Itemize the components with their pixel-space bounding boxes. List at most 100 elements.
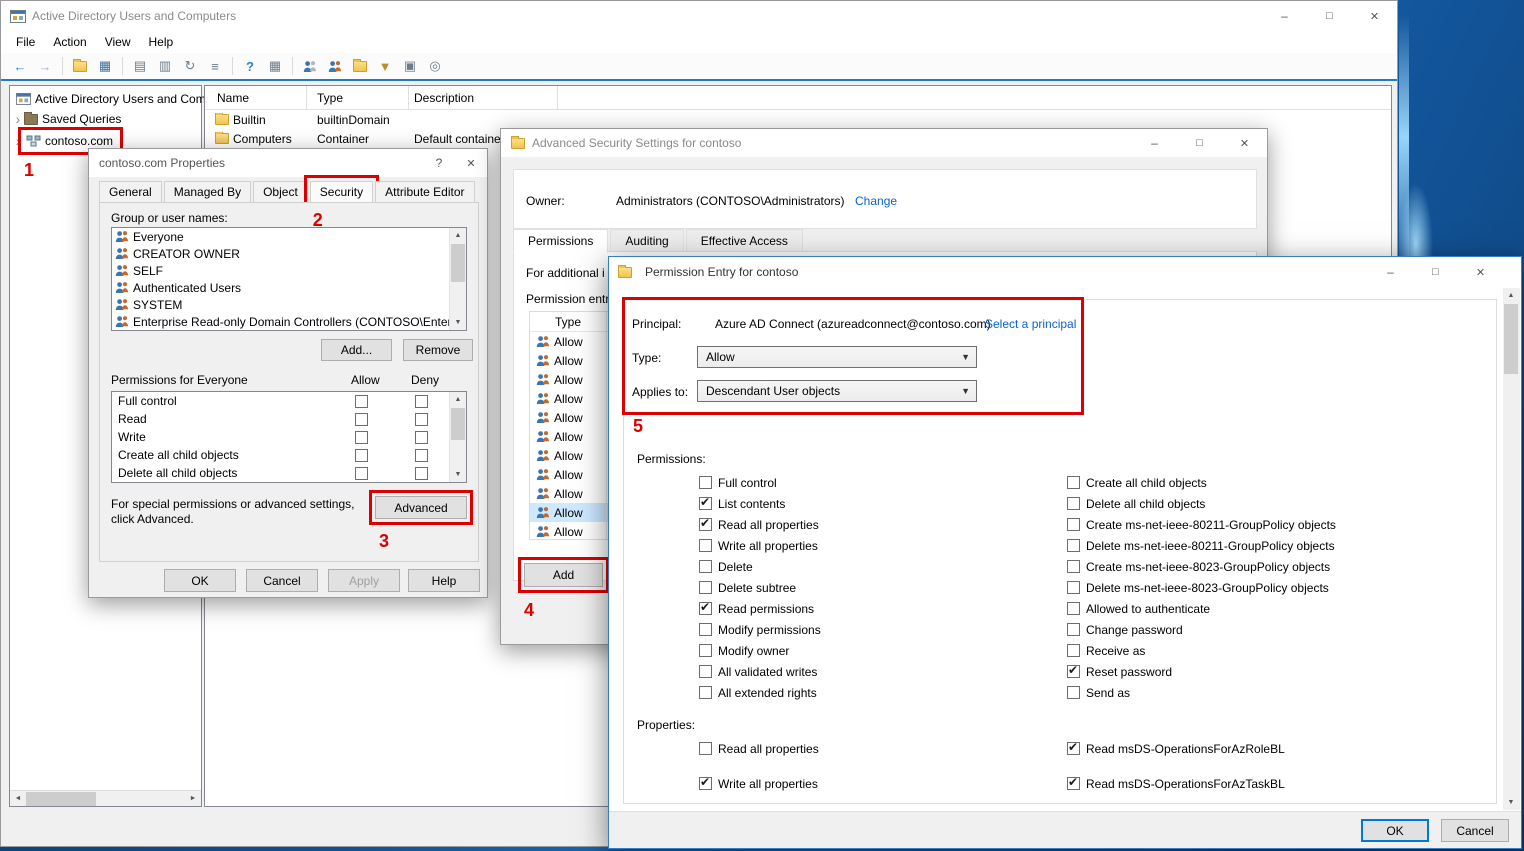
export-list-icon[interactable] xyxy=(204,55,226,77)
tree-item-root[interactable]: Active Directory Users and Com xyxy=(10,89,201,109)
permission-checkbox[interactable] xyxy=(699,497,712,510)
add-user-icon[interactable] xyxy=(299,55,321,77)
advanced-button[interactable]: Advanced xyxy=(375,496,467,519)
scroll-down-icon[interactable] xyxy=(450,467,466,482)
show-console-tree-icon[interactable] xyxy=(94,55,116,77)
permission-checkbox[interactable] xyxy=(699,644,712,657)
permission-checkbox[interactable] xyxy=(699,686,712,699)
group-list-item[interactable]: Enterprise Read-only Domain Controllers … xyxy=(112,313,466,330)
allow-checkbox[interactable] xyxy=(355,413,368,426)
maximize-icon[interactable] xyxy=(1307,1,1352,31)
chevron-right-icon[interactable] xyxy=(12,133,24,149)
minimize-icon[interactable] xyxy=(1368,257,1413,287)
property-checkbox[interactable] xyxy=(1067,777,1080,790)
menu-item[interactable]: Action xyxy=(44,32,95,52)
vertical-scrollbar[interactable] xyxy=(449,392,466,482)
tab[interactable]: Security 2 xyxy=(310,181,373,203)
cancel-button[interactable]: Cancel xyxy=(1441,819,1509,842)
menu-item[interactable]: File xyxy=(7,32,44,52)
back-icon[interactable] xyxy=(9,55,31,77)
tab[interactable]: General xyxy=(99,181,162,203)
advanced-features-icon[interactable] xyxy=(399,55,421,77)
help-icon[interactable] xyxy=(423,149,455,177)
help-button[interactable]: Help xyxy=(408,569,480,592)
view-icon[interactable] xyxy=(264,55,286,77)
group-list-item[interactable]: Everyone xyxy=(112,228,466,245)
allow-checkbox[interactable] xyxy=(355,431,368,444)
vertical-scrollbar[interactable] xyxy=(449,228,466,330)
permission-checkbox[interactable] xyxy=(699,518,712,531)
column-header[interactable]: Type xyxy=(307,86,409,109)
forward-icon[interactable] xyxy=(34,55,56,77)
permission-checkbox[interactable] xyxy=(699,539,712,552)
deny-checkbox[interactable] xyxy=(415,449,428,462)
scroll-down-icon[interactable] xyxy=(1503,795,1519,810)
ok-button[interactable]: OK xyxy=(164,569,236,592)
permission-checkbox[interactable] xyxy=(1067,581,1080,594)
aduc-titlebar[interactable]: Active Directory Users and Computers xyxy=(1,1,1397,31)
remove-principal-button[interactable]: Remove xyxy=(403,339,473,361)
maximize-icon[interactable] xyxy=(1177,129,1222,157)
permission-checkbox[interactable] xyxy=(1067,665,1080,678)
group-list-item[interactable]: CREATOR OWNER xyxy=(112,245,466,262)
permission-checkbox[interactable] xyxy=(1067,560,1080,573)
ok-button[interactable]: OK xyxy=(1361,819,1429,842)
scroll-thumb[interactable] xyxy=(451,244,465,282)
copy-icon[interactable] xyxy=(129,55,151,77)
permission-checkbox[interactable] xyxy=(1067,476,1080,489)
paste-icon[interactable] xyxy=(154,55,176,77)
table-row[interactable]: Builtin builtinDomain xyxy=(205,110,1391,129)
allow-checkbox[interactable] xyxy=(355,467,368,480)
permission-checkbox[interactable] xyxy=(1067,518,1080,531)
scroll-thumb[interactable] xyxy=(1504,304,1518,374)
change-owner-link[interactable]: Change xyxy=(855,194,897,208)
minimize-icon[interactable] xyxy=(1132,129,1177,157)
close-icon[interactable] xyxy=(1458,257,1503,287)
permission-checkbox[interactable] xyxy=(699,560,712,573)
deny-checkbox[interactable] xyxy=(415,431,428,444)
group-list-item[interactable]: Authenticated Users xyxy=(112,279,466,296)
tree-item-saved-queries[interactable]: Saved Queries xyxy=(10,109,201,129)
allow-checkbox[interactable] xyxy=(355,395,368,408)
add-entry-button[interactable]: Add xyxy=(524,563,603,587)
applies-to-dropdown[interactable]: Descendant User objects xyxy=(697,380,977,402)
refresh-icon[interactable] xyxy=(179,55,201,77)
permission-checkbox[interactable] xyxy=(699,623,712,636)
advanced-titlebar[interactable]: Advanced Security Settings for contoso xyxy=(501,129,1267,157)
close-icon[interactable] xyxy=(1222,129,1267,157)
minimize-icon[interactable] xyxy=(1262,1,1307,31)
scroll-up-icon[interactable] xyxy=(1503,288,1519,303)
permission-checkbox[interactable] xyxy=(1067,497,1080,510)
permission-checkbox[interactable] xyxy=(699,665,712,678)
tab[interactable]: Permissions xyxy=(513,229,608,253)
vertical-scrollbar[interactable] xyxy=(1503,288,1520,810)
find-icon[interactable] xyxy=(424,55,446,77)
tab[interactable]: Auditing xyxy=(610,229,683,253)
deny-checkbox[interactable] xyxy=(415,467,428,480)
cancel-button[interactable]: Cancel xyxy=(246,569,318,592)
chevron-right-icon[interactable] xyxy=(12,111,24,127)
permission-checkbox[interactable] xyxy=(1067,644,1080,657)
apply-button[interactable]: Apply xyxy=(328,569,400,592)
deny-checkbox[interactable] xyxy=(415,413,428,426)
scroll-right-icon[interactable] xyxy=(185,791,201,807)
permission-checkbox[interactable] xyxy=(1067,602,1080,615)
scroll-thumb[interactable] xyxy=(26,792,96,806)
close-icon[interactable] xyxy=(455,149,487,177)
properties-titlebar[interactable]: contoso.com Properties xyxy=(89,149,487,177)
select-principal-link[interactable]: Select a principal xyxy=(985,317,1076,331)
column-header[interactable]: Name xyxy=(205,86,307,109)
add-ou-icon[interactable] xyxy=(349,55,371,77)
permission-checkbox[interactable] xyxy=(699,476,712,489)
help-icon[interactable] xyxy=(239,55,261,77)
column-header[interactable]: Description xyxy=(409,86,558,109)
permission-checkbox[interactable] xyxy=(699,581,712,594)
deny-checkbox[interactable] xyxy=(415,395,428,408)
scroll-down-icon[interactable] xyxy=(450,315,466,330)
group-list-item[interactable]: SELF xyxy=(112,262,466,279)
property-checkbox[interactable] xyxy=(699,777,712,790)
tab[interactable]: Effective Access xyxy=(686,229,803,253)
close-icon[interactable] xyxy=(1352,1,1397,31)
scroll-up-icon[interactable] xyxy=(450,392,466,407)
up-level-icon[interactable] xyxy=(69,55,91,77)
